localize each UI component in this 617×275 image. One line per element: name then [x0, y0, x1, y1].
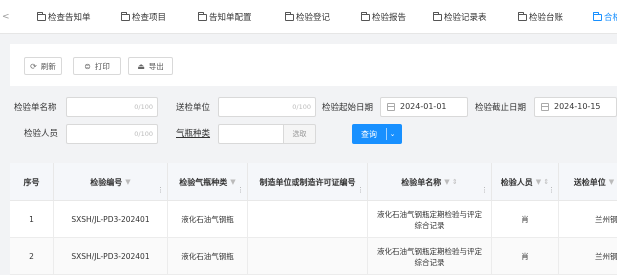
cylinder-type-label[interactable]: 气瓶种类: [176, 127, 210, 139]
print-label: 打印: [94, 61, 110, 71]
filter-icon[interactable]: ▼: [609, 178, 614, 186]
tab-inspection-record-sheet[interactable]: 检验记录表: [433, 0, 487, 34]
send-unit-input[interactable]: 0/100: [218, 97, 316, 117]
folder-icon: [198, 11, 207, 21]
column-header-unit-name[interactable]: 检验单名称 ▼ ⇕ ⋮: [368, 163, 492, 201]
cell-index: 1: [10, 201, 54, 238]
tab-qualified[interactable]: 合格: [593, 0, 617, 34]
start-date-value: 2024-01-01: [400, 102, 447, 111]
folder-icon: [121, 11, 130, 21]
export-label: 导出: [148, 61, 164, 71]
filter-icon[interactable]: ▼ ⇕: [536, 178, 549, 186]
refresh-icon: ⟳: [30, 61, 37, 71]
tab-scroll-left-icon[interactable]: <: [2, 12, 10, 22]
cell-code: SXSH/JL-PD3-202401: [54, 201, 168, 238]
column-resize-handle[interactable]: ⋮: [481, 186, 488, 194]
tab-inspection-notice[interactable]: 检查告知单: [37, 0, 91, 34]
tab-label: 检验登记: [296, 13, 331, 23]
inspector-label: 检验人员: [24, 129, 59, 139]
cell-inspector: 肖: [492, 201, 559, 238]
tab-bar: < 检查告知单 检查项目 告知单配置 检验登记 检验报告 检验记录表 检验台账 …: [0, 0, 617, 34]
column-header-code[interactable]: 检验编号 ▼ ⋮: [54, 163, 168, 201]
end-date-value: 2024-10-15: [554, 102, 601, 111]
folder-icon: [285, 11, 294, 21]
column-resize-handle[interactable]: ⋮: [357, 186, 364, 194]
result-table: 序号 检验编号 ▼ ⋮ 检验气瓶种类 ▼ ⋮ 制造单位或制造许可证编号 ⋮ 检验单名称 ▼ …: [10, 163, 617, 275]
folder-icon: [433, 11, 442, 21]
filter-form: 检验单名称 0/100 送检单位 0/100 检验起始日期 2024-01-01…: [0, 88, 617, 148]
end-date-label: 检验截止日期: [475, 103, 527, 113]
folder-icon: [361, 11, 370, 21]
column-header-maker: 制造单位或制造许可证编号 ⋮: [248, 163, 368, 201]
refresh-button[interactable]: ⟳ 刷新: [24, 57, 62, 75]
table-row[interactable]: 2 SXSH/JL-PD3-202401 液化石油气钢瓶 液化石油气钢瓶定期检验…: [10, 238, 617, 275]
char-counter: 0/100: [292, 103, 311, 111]
folder-icon: [593, 11, 602, 21]
calendar-icon: [387, 103, 395, 111]
tab-inspection-report[interactable]: 检验报告: [361, 0, 406, 34]
start-date-picker[interactable]: 2024-01-01: [380, 97, 468, 117]
filter-icon[interactable]: ▼: [230, 178, 235, 186]
filter-icon[interactable]: ▼: [125, 178, 130, 186]
cell-cylinder-type: 液化石油气钢瓶: [168, 238, 248, 275]
tab-label: 告知单配置: [209, 13, 252, 23]
print-button[interactable]: ⊜ 打印: [73, 57, 121, 75]
query-button[interactable]: 查询 ⌄: [352, 124, 402, 144]
cell-maker: [248, 238, 368, 275]
cell-unit-name: 液化石油气钢瓶定期检验与评定综合记录: [368, 201, 492, 238]
query-label: 查询: [361, 129, 377, 139]
tab-inspection-register[interactable]: 检验登记: [285, 0, 330, 34]
folder-icon: [37, 11, 46, 21]
inspector-input[interactable]: 0/100: [66, 124, 158, 144]
char-counter: 0/100: [134, 130, 153, 138]
cell-send-unit: 兰州钢瓶: [595, 215, 617, 224]
cell-unit-name: 液化石油气钢瓶定期检验与评定综合记录: [368, 238, 492, 275]
calendar-icon: [541, 103, 549, 111]
tab-label: 检验报告: [372, 13, 407, 23]
tab-inspection-ledger[interactable]: 检验台账: [518, 0, 563, 34]
export-button[interactable]: ⏏ 导出: [128, 57, 173, 75]
end-date-picker[interactable]: 2024-10-15: [534, 97, 617, 117]
unit-name-input[interactable]: 0/100: [66, 97, 158, 117]
export-icon: ⏏: [137, 61, 145, 71]
cell-index: 2: [10, 238, 54, 275]
cell-code: SXSH/JL-PD3-202401: [54, 238, 168, 275]
char-counter: 0/100: [134, 103, 153, 111]
cell-maker: [248, 201, 368, 238]
tab-notice-config[interactable]: 告知单配置: [198, 0, 252, 34]
tab-label: 检验记录表: [444, 13, 487, 23]
cylinder-type-input[interactable]: [218, 124, 284, 144]
filter-icon[interactable]: ▼ ⇕: [444, 178, 457, 186]
tab-label: 检查告知单: [48, 13, 91, 23]
tab-inspection-items[interactable]: 检查项目: [121, 0, 166, 34]
column-resize-handle[interactable]: ⋮: [548, 186, 555, 194]
unit-name-label: 检验单名称: [14, 103, 57, 113]
start-date-label: 检验起始日期: [322, 103, 374, 113]
tab-label: 检查项目: [132, 13, 167, 23]
folder-icon: [518, 11, 527, 21]
cell-cylinder-type: 液化石油气钢瓶: [168, 201, 248, 238]
chevron-down-icon[interactable]: ⌄: [387, 130, 398, 138]
column-header-send-unit[interactable]: 送检单位 ▼: [559, 163, 617, 201]
toolbar: ⟳ 刷新 ⊜ 打印 ⏏ 导出: [10, 44, 617, 86]
cell-inspector: 肖: [492, 238, 559, 275]
print-icon: ⊜: [84, 61, 91, 71]
column-header-inspector[interactable]: 检验人员 ▼ ⇕ ⋮: [492, 163, 559, 201]
refresh-label: 刷新: [40, 61, 56, 71]
select-button[interactable]: 选取: [284, 124, 316, 144]
column-resize-handle[interactable]: ⋮: [157, 186, 164, 194]
cell-send-unit: 兰州钢瓶: [595, 252, 617, 261]
table-header: 序号 检验编号 ▼ ⋮ 检验气瓶种类 ▼ ⋮ 制造单位或制造许可证编号 ⋮ 检验单名称 ▼ …: [10, 163, 617, 201]
table-row[interactable]: 1 SXSH/JL-PD3-202401 液化石油气钢瓶 液化石油气钢瓶定期检验…: [10, 201, 617, 238]
column-resize-handle[interactable]: ⋮: [237, 186, 244, 194]
column-header-cylinder-type[interactable]: 检验气瓶种类 ▼ ⋮: [168, 163, 248, 201]
tab-label: 合格: [604, 13, 617, 23]
column-header-index: 序号: [10, 163, 54, 201]
send-unit-label: 送检单位: [176, 103, 211, 113]
tab-label: 检验台账: [529, 13, 564, 23]
